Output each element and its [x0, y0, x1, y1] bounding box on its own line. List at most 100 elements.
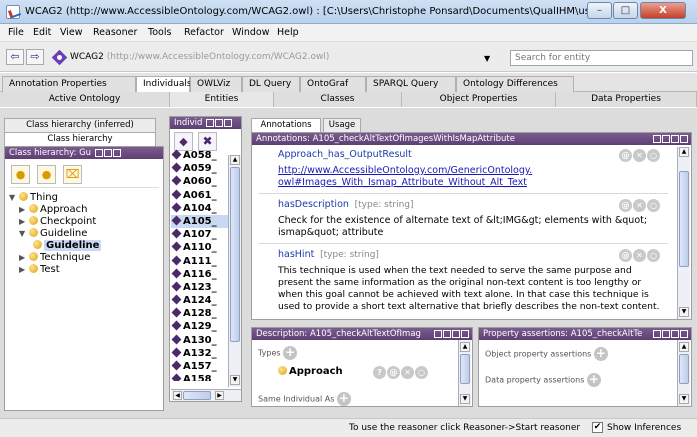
annotations-scrollbar[interactable]: ▲ ▼ [677, 147, 690, 319]
maximize-button[interactable]: □ [613, 2, 638, 19]
individual-item[interactable]: A058_ [171, 149, 228, 162]
scroll-right-arrow[interactable]: ▶ [215, 391, 224, 400]
individual-item[interactable]: A158_ [171, 373, 228, 381]
back-button[interactable]: ⇦ [6, 49, 24, 65]
panel-control-icon[interactable] [662, 134, 670, 143]
tree-item-test[interactable]: ▶ Test [9, 264, 161, 276]
scrollbar-thumb[interactable] [230, 167, 240, 342]
individual-item[interactable]: A116_ [171, 268, 228, 281]
individual-item[interactable]: A128_ [171, 307, 228, 320]
individual-item[interactable]: A157_ [171, 360, 228, 373]
annotate-icon[interactable]: @ [619, 199, 632, 212]
show-inferences-checkbox[interactable]: ✔ [592, 422, 603, 433]
scrollbar-thumb[interactable] [460, 354, 470, 384]
tab-owlviz[interactable]: OWLViz [190, 76, 242, 92]
individual-item[interactable]: A105_ [171, 214, 228, 229]
individual-item[interactable]: A124_ [171, 294, 228, 307]
individual-item[interactable]: A111_ [171, 255, 228, 268]
add-type-icon[interactable]: + [283, 346, 298, 360]
individual-item[interactable]: A107_ [171, 228, 228, 241]
panel-control-icon[interactable] [434, 329, 442, 338]
scroll-up-arrow[interactable]: ▲ [679, 147, 689, 157]
tab-active-ontology[interactable]: Active Ontology [0, 92, 170, 107]
tab-individuals[interactable]: Individuals [136, 76, 192, 93]
add-data-property-icon[interactable]: + [586, 373, 601, 387]
chevron-down-icon[interactable]: ▼ [484, 54, 490, 63]
individuals-scrollbar[interactable]: ▲ ▼ [228, 155, 241, 387]
panel-control-icon[interactable] [671, 134, 679, 143]
individual-item[interactable]: A110_ [171, 241, 228, 254]
property-assertions-scrollbar[interactable]: ▲ ▼ [677, 340, 690, 406]
scrollbar-thumb[interactable] [679, 171, 689, 267]
annotation-property[interactable]: hasDescription [278, 199, 349, 210]
individual-item[interactable]: A123_ [171, 281, 228, 294]
menu-window[interactable]: Window [232, 27, 269, 38]
delete-icon[interactable]: ✕ [633, 199, 646, 212]
scroll-left-arrow[interactable]: ◀ [173, 391, 182, 400]
description-scrollbar[interactable]: ▲ ▼ [458, 340, 471, 406]
tab-class-hierarchy-inferred[interactable]: Class hierarchy (inferred) [4, 118, 156, 132]
delete-class-icon[interactable]: ⌧ [63, 165, 82, 184]
search-input[interactable] [510, 50, 693, 66]
add-object-property-icon[interactable]: + [593, 347, 608, 361]
annotate-icon[interactable]: @ [619, 249, 632, 262]
tab-entities[interactable]: Entities [170, 92, 274, 107]
menu-edit[interactable]: Edit [33, 27, 51, 38]
individual-item[interactable]: A104_ [171, 202, 228, 215]
delete-icon[interactable]: ✕ [633, 149, 646, 162]
menu-refactor[interactable]: Refactor [184, 27, 224, 38]
tree-item-technique[interactable]: ▶ Technique [9, 252, 161, 264]
tab-ontograf[interactable]: OntoGraf [300, 76, 366, 92]
edit-icon[interactable]: ○ [415, 366, 428, 379]
scroll-down-arrow[interactable]: ▼ [679, 307, 689, 317]
tree-item-guideline[interactable]: ▼ Guideline [9, 228, 161, 240]
panel-control-icon[interactable] [443, 329, 451, 338]
tab-sparql-query[interactable]: SPARQL Query [366, 76, 456, 92]
edit-icon[interactable]: ○ [647, 249, 660, 262]
tab-data-properties[interactable]: Data Properties [556, 92, 697, 107]
annotation-property[interactable]: Approach_has_OutputResult [278, 149, 412, 160]
tab-class-hierarchy[interactable]: Class hierarchy [4, 132, 156, 146]
menu-help[interactable]: Help [277, 27, 299, 38]
tab-classes[interactable]: Classes [274, 92, 402, 107]
hscrollbar-thumb[interactable] [183, 391, 211, 400]
menu-reasoner[interactable]: Reasoner [93, 27, 137, 38]
tab-dl-query[interactable]: DL Query [242, 76, 300, 92]
panel-control-icon[interactable] [206, 118, 215, 127]
scroll-up-arrow[interactable]: ▲ [230, 155, 240, 165]
delete-icon[interactable]: ✕ [633, 249, 646, 262]
tab-usage[interactable]: Usage [323, 118, 361, 132]
show-inferences-label[interactable]: Show Inferences [607, 423, 681, 433]
scroll-down-arrow[interactable]: ▼ [460, 394, 470, 404]
scroll-down-arrow[interactable]: ▼ [230, 375, 240, 385]
tree-item-approach[interactable]: ▶ Approach [9, 204, 161, 216]
explain-icon[interactable]: ? [373, 366, 386, 379]
tab-ontology-differences[interactable]: Ontology Differences [456, 76, 574, 92]
ontology-selector[interactable]: WCAG2 (http://www.AccessibleOntology.com… [70, 52, 329, 62]
annotation-value-link-line1[interactable]: http://www.AccessibleOntology.com/Generi… [278, 165, 532, 177]
panel-control-icon[interactable] [671, 329, 679, 338]
scroll-up-arrow[interactable]: ▲ [679, 342, 689, 352]
panel-control-icon[interactable] [653, 329, 661, 338]
scroll-up-arrow[interactable]: ▲ [460, 342, 470, 352]
individuals-hscrollbar[interactable]: ◀ ▶ [171, 389, 241, 401]
edit-icon[interactable]: ○ [647, 149, 660, 162]
tab-annotations[interactable]: Annotations [251, 118, 321, 132]
annotate-icon[interactable]: @ [387, 366, 400, 379]
tree-item-checkpoint[interactable]: ▶ Checkpoint [9, 216, 161, 228]
forward-button[interactable]: ⇨ [26, 49, 44, 65]
individual-item[interactable]: A059_ [171, 162, 228, 175]
edit-icon[interactable]: ○ [647, 199, 660, 212]
tab-annotation-properties[interactable]: Annotation Properties [2, 76, 136, 92]
scroll-down-arrow[interactable]: ▼ [679, 394, 689, 404]
individual-item[interactable]: A132_ [171, 347, 228, 360]
annotation-property[interactable]: hasHint [278, 249, 314, 260]
individual-item[interactable]: A130_ [171, 334, 228, 347]
panel-control-icon[interactable] [680, 134, 688, 143]
individual-item[interactable]: A060_ [171, 175, 228, 188]
add-same-individual-icon[interactable]: + [336, 392, 351, 406]
type-item[interactable]: Approach [278, 366, 343, 377]
menu-file[interactable]: File [8, 27, 24, 38]
panel-control-icon[interactable] [215, 118, 224, 127]
tree-item-thing[interactable]: ▼ Thing [9, 192, 161, 204]
